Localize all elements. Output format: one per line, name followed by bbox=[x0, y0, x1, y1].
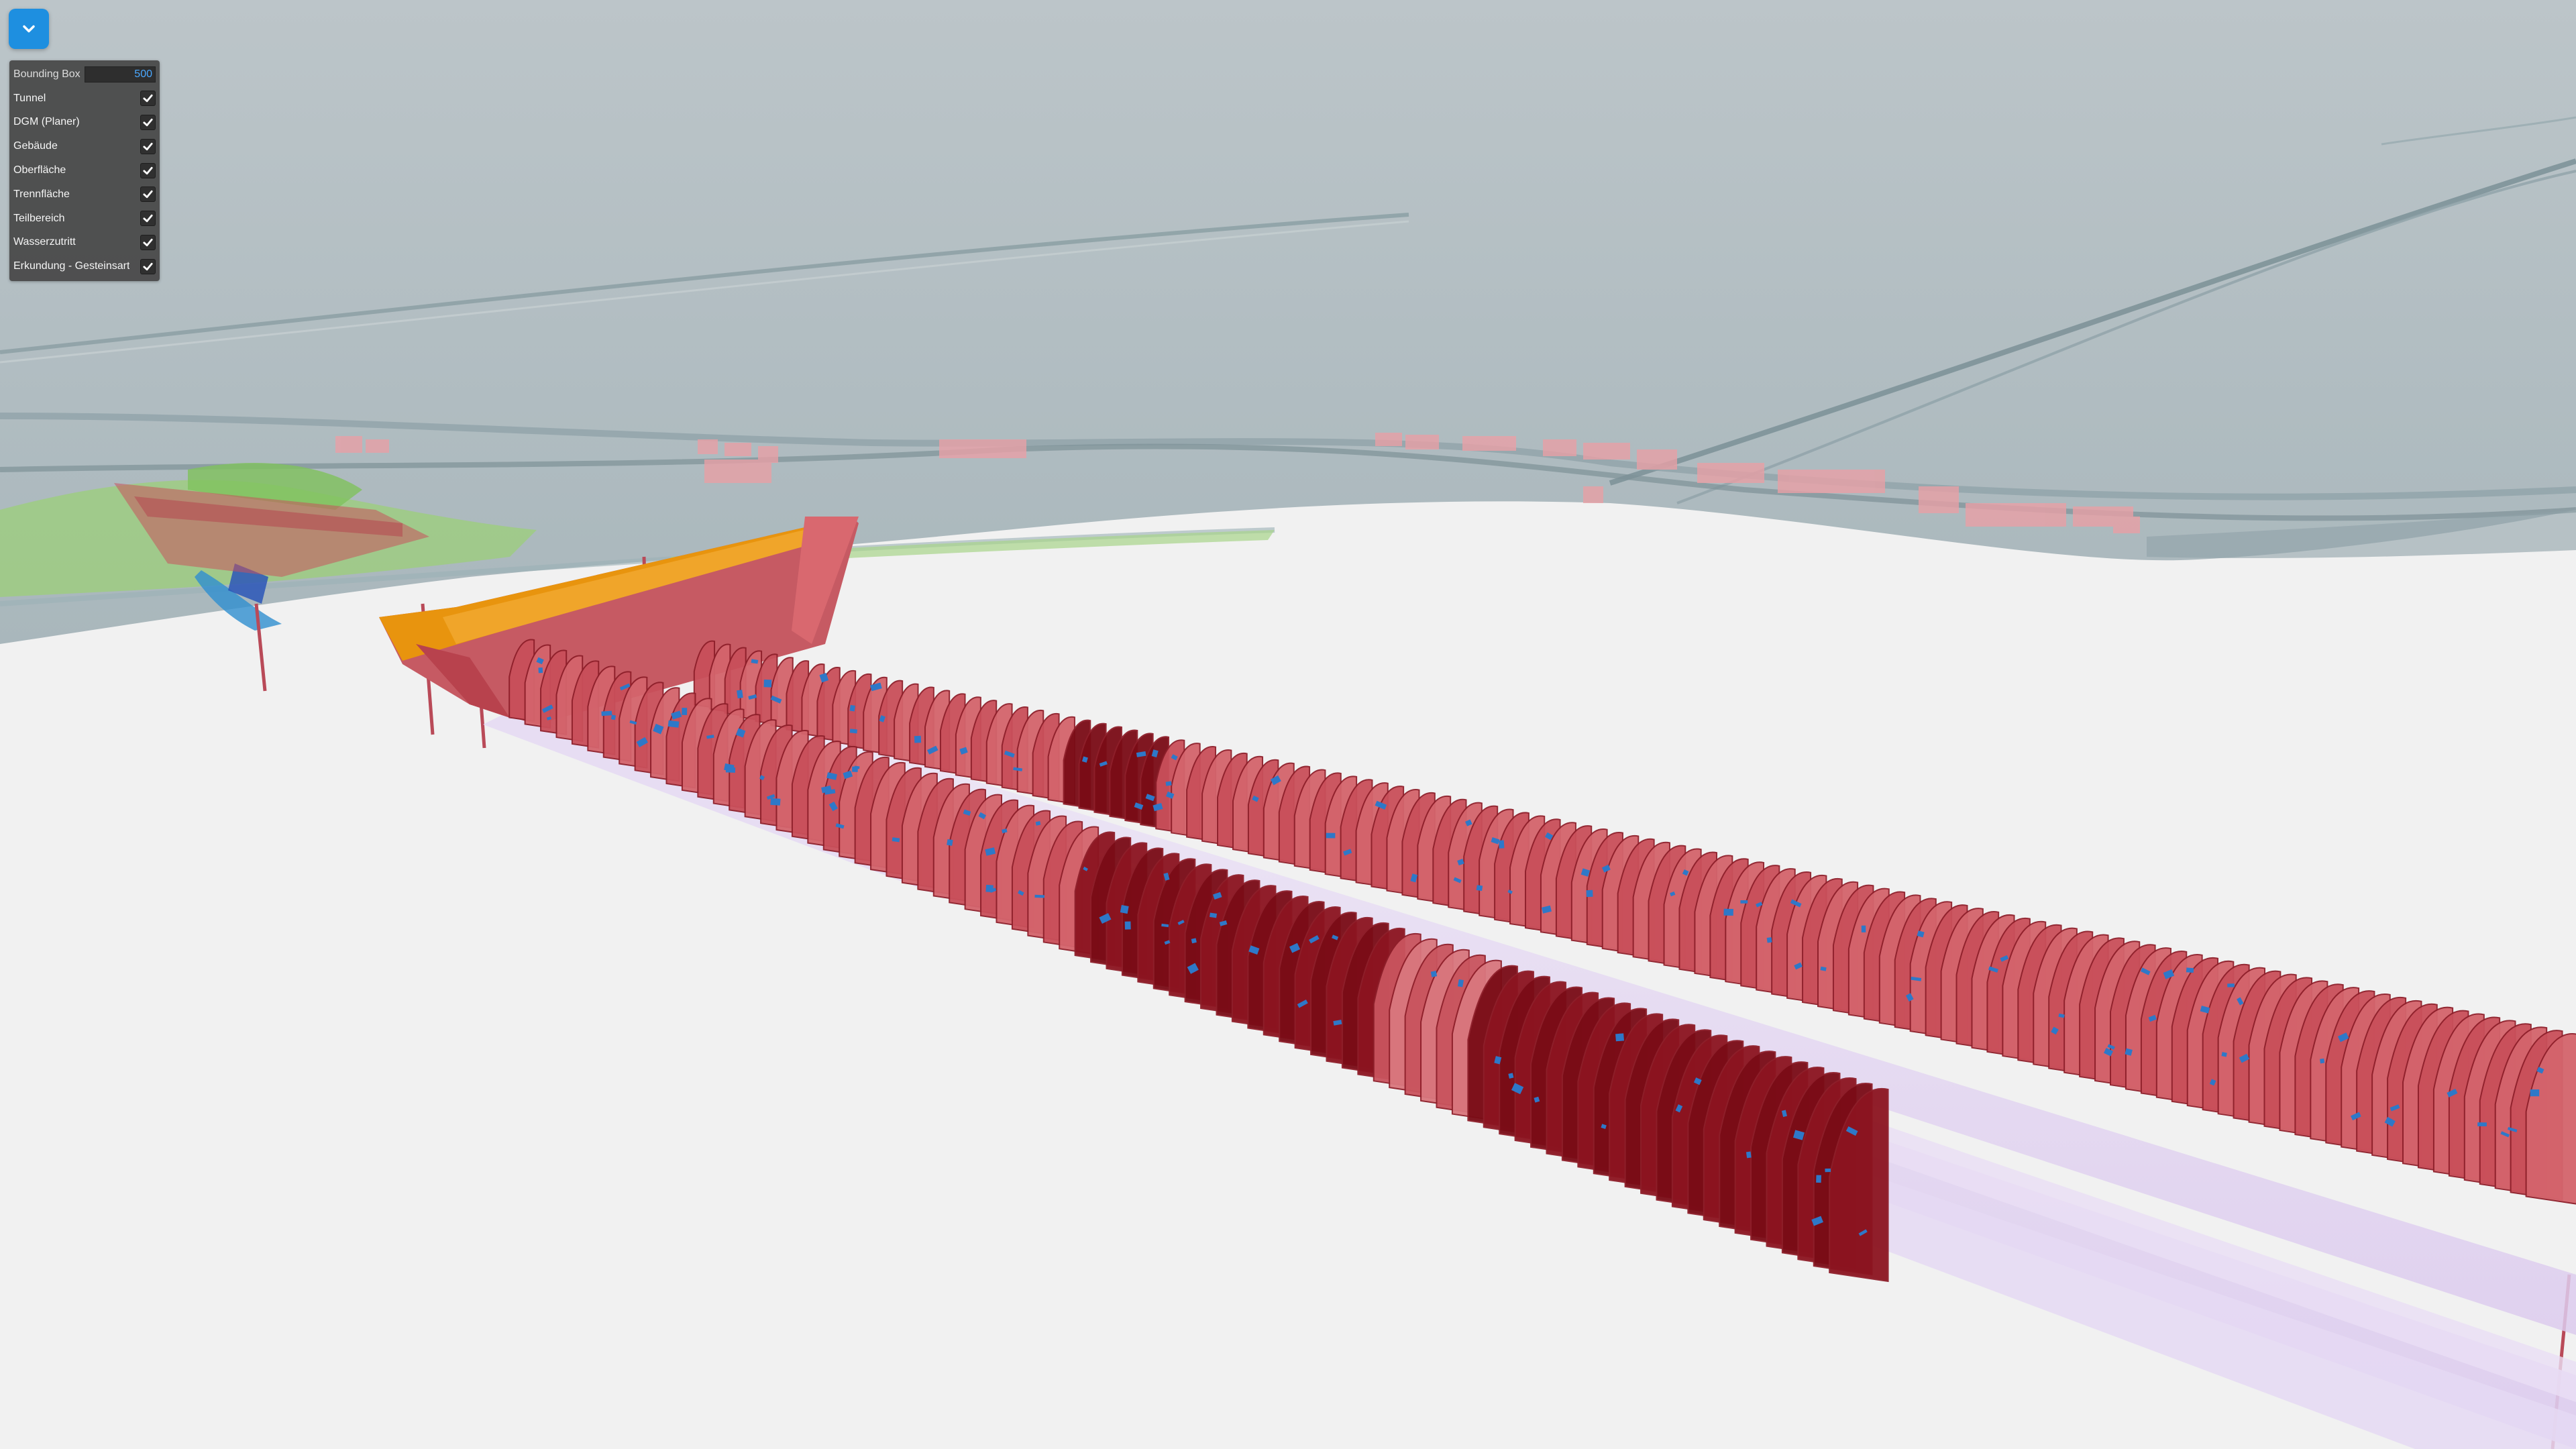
water-inflow-marker[interactable] bbox=[1120, 904, 1129, 914]
layer-label: Gebäude bbox=[13, 140, 58, 152]
water-inflow-marker[interactable] bbox=[1740, 900, 1748, 904]
terrain-surface bbox=[0, 0, 2576, 644]
water-inflow-marker[interactable] bbox=[852, 766, 858, 772]
layer-row[interactable]: DGM (Planer) bbox=[9, 111, 160, 135]
layer-row[interactable]: Erkundung - Gesteinsart bbox=[9, 254, 160, 278]
layer-label: Tunnel bbox=[13, 92, 46, 104]
layer-label: Erkundung - Gesteinsart bbox=[13, 260, 130, 272]
water-inflow-marker[interactable] bbox=[1430, 971, 1438, 977]
layer-checkbox[interactable] bbox=[140, 234, 156, 250]
layer-row[interactable]: Teilbereich bbox=[9, 207, 160, 231]
layer-checkbox[interactable] bbox=[140, 162, 156, 178]
layer-row[interactable]: Tunnel bbox=[9, 87, 160, 111]
layer-checkbox[interactable] bbox=[140, 114, 156, 130]
checkmark-icon bbox=[143, 262, 153, 270]
checkmark-icon bbox=[143, 118, 153, 127]
water-inflow-marker[interactable] bbox=[737, 690, 743, 699]
layer-checkbox[interactable] bbox=[140, 186, 156, 203]
layer-list: Tunnel DGM (Planer) Gebäude Oberfläche Trenn… bbox=[9, 87, 160, 278]
checkmark-icon bbox=[143, 238, 153, 247]
water-inflow-marker[interactable] bbox=[1326, 833, 1336, 839]
layer-row[interactable]: Oberfläche bbox=[9, 158, 160, 182]
water-inflow-marker[interactable] bbox=[1816, 1175, 1821, 1183]
checkmark-icon bbox=[143, 191, 153, 199]
layer-label: DGM (Planer) bbox=[13, 116, 80, 128]
layer-label: Wasserzutritt bbox=[13, 236, 76, 248]
water-inflow-marker[interactable] bbox=[947, 839, 953, 846]
water-inflow-marker[interactable] bbox=[2186, 967, 2194, 973]
water-inflow-marker[interactable] bbox=[601, 710, 612, 716]
water-inflow-marker[interactable] bbox=[2227, 983, 2235, 987]
layer-checkbox[interactable] bbox=[140, 258, 156, 274]
water-inflow-marker[interactable] bbox=[914, 735, 922, 743]
checkmark-icon bbox=[143, 215, 153, 223]
layer-checkbox[interactable] bbox=[140, 91, 156, 107]
water-inflow-marker[interactable] bbox=[849, 704, 855, 712]
layer-panel: Bounding Box Tunnel DGM (Planer) Gebäude Ob… bbox=[9, 60, 160, 282]
bounding-box-row: Bounding Box bbox=[9, 62, 160, 87]
water-inflow-marker[interactable] bbox=[1615, 1033, 1624, 1042]
layer-row[interactable]: Gebäude bbox=[9, 134, 160, 158]
water-inflow-marker[interactable] bbox=[1499, 840, 1505, 849]
water-inflow-marker[interactable] bbox=[1746, 1151, 1752, 1159]
layer-checkbox[interactable] bbox=[140, 138, 156, 154]
water-inflow-marker[interactable] bbox=[1476, 885, 1483, 892]
water-inflow-marker[interactable] bbox=[1034, 894, 1045, 898]
layer-label: Teilbereich bbox=[13, 212, 65, 224]
water-inflow-marker[interactable] bbox=[538, 667, 543, 674]
water-inflow-marker[interactable] bbox=[1766, 937, 1772, 943]
water-inflow-marker[interactable] bbox=[770, 798, 781, 806]
layer-label: Trennfläche bbox=[13, 188, 70, 200]
water-inflow-marker[interactable] bbox=[667, 720, 680, 728]
water-inflow-marker[interactable] bbox=[1723, 908, 1733, 916]
water-inflow-marker[interactable] bbox=[849, 729, 858, 734]
water-inflow-marker[interactable] bbox=[1124, 921, 1131, 930]
tunnel-model-scene[interactable] bbox=[0, 0, 2576, 1449]
checkmark-icon bbox=[143, 95, 153, 103]
layer-row[interactable]: Wasserzutritt bbox=[9, 231, 160, 255]
3d-viewport[interactable]: Bounding Box Tunnel DGM (Planer) Gebäude Ob… bbox=[0, 0, 2576, 1449]
bounding-box-label: Bounding Box bbox=[13, 68, 80, 80]
layer-menu-toggle-button[interactable] bbox=[9, 9, 49, 49]
water-inflow-marker[interactable] bbox=[1861, 925, 1866, 932]
layer-checkbox[interactable] bbox=[140, 211, 156, 227]
water-inflow-marker[interactable] bbox=[2530, 1089, 2540, 1097]
water-inflow-marker[interactable] bbox=[2320, 1058, 2325, 1064]
water-inflow-marker[interactable] bbox=[2477, 1122, 2487, 1127]
water-inflow-marker[interactable] bbox=[1586, 890, 1593, 898]
checkmark-icon bbox=[143, 142, 153, 150]
water-inflow-marker[interactable] bbox=[1165, 781, 1172, 786]
bounding-box-input[interactable] bbox=[85, 66, 156, 83]
water-inflow-marker[interactable] bbox=[1825, 1168, 1831, 1173]
water-inflow-marker[interactable] bbox=[682, 707, 688, 716]
water-inflow-marker[interactable] bbox=[763, 679, 772, 688]
layer-row[interactable]: Trennfläche bbox=[9, 182, 160, 207]
chevron-down-icon bbox=[23, 25, 35, 33]
checkmark-icon bbox=[143, 166, 153, 174]
layer-label: Oberfläche bbox=[13, 164, 66, 176]
